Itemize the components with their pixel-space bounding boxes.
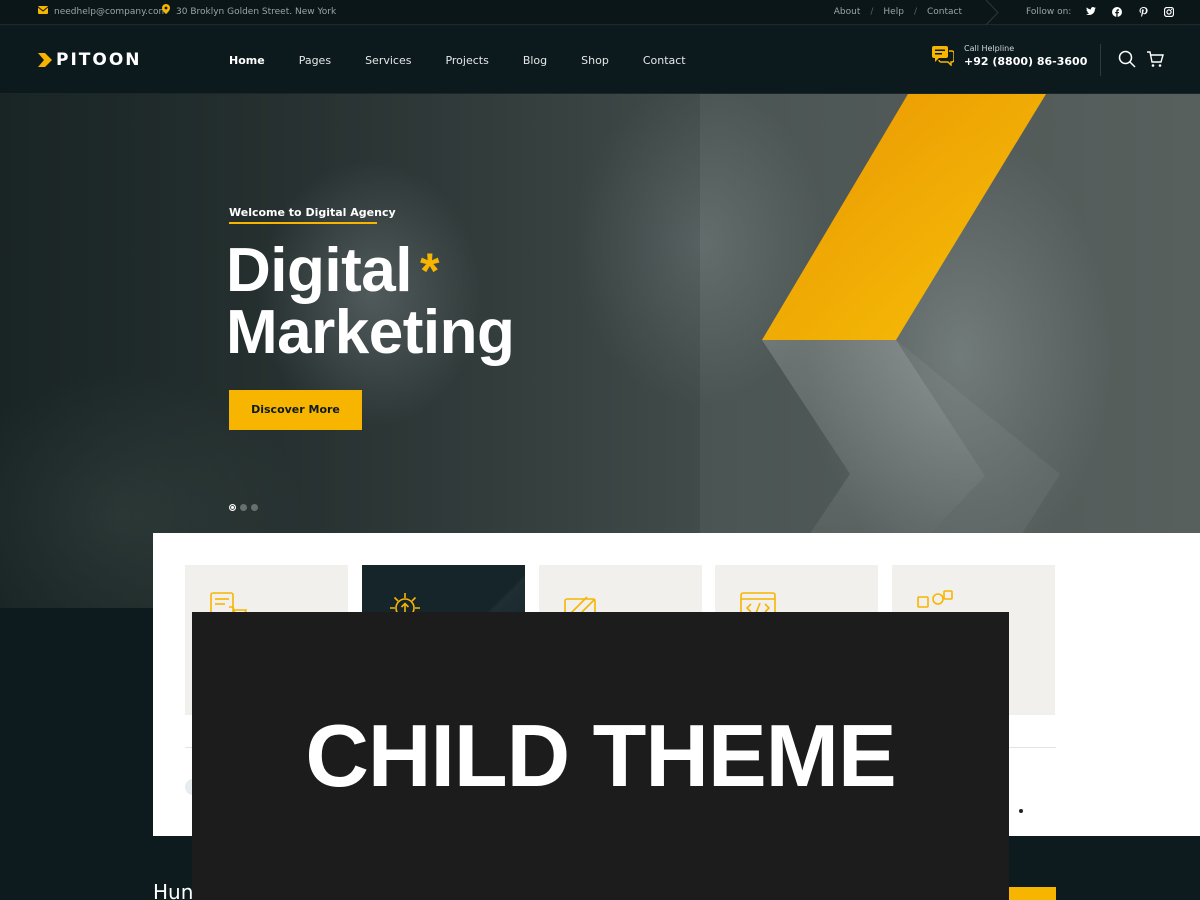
nav-services[interactable]: Services xyxy=(365,54,411,67)
top-link-help[interactable]: Help xyxy=(883,0,904,25)
section-button-partial[interactable] xyxy=(1006,887,1056,900)
main-header: PITOON Home Pages Services Projects Blog… xyxy=(0,26,1200,94)
map-pin-icon xyxy=(162,0,170,25)
eyebrow-underline xyxy=(229,222,377,224)
contact-address: 30 Broklyn Golden Street. New York xyxy=(162,0,336,25)
hero-eyebrow: Welcome to Digital Agency xyxy=(229,206,396,219)
slider-dot-3[interactable] xyxy=(251,504,258,511)
slider-dot-1[interactable] xyxy=(229,504,236,511)
facebook-icon[interactable] xyxy=(1111,6,1123,19)
instagram-icon[interactable] xyxy=(1163,6,1175,19)
site-logo[interactable]: PITOON xyxy=(38,50,142,70)
twitter-icon[interactable] xyxy=(1085,6,1097,19)
address-text: 30 Broklyn Golden Street. New York xyxy=(176,7,337,17)
follow-label: Follow on: xyxy=(1026,7,1072,17)
top-link-contact[interactable]: Contact xyxy=(927,0,962,25)
top-links: About / Help / Contact xyxy=(834,0,962,25)
discover-more-button[interactable]: Discover More xyxy=(229,390,362,430)
hero-accent-shape xyxy=(760,94,1060,608)
envelope-icon xyxy=(37,0,49,25)
child-theme-overlay: CHILD THEME xyxy=(192,612,1009,900)
call-helpline[interactable]: Call Helpline +92 (8800) 86-3600 xyxy=(932,44,1087,68)
contact-email[interactable]: needhelp@company.com xyxy=(37,0,168,25)
decorative-dot xyxy=(1019,809,1023,813)
follow-on: Follow on: xyxy=(1026,0,1175,25)
search-icon[interactable] xyxy=(1118,50,1136,68)
separator: / xyxy=(913,7,917,17)
email-text: needhelp@company.com xyxy=(54,7,168,17)
nav-projects[interactable]: Projects xyxy=(445,54,488,67)
chat-bubble-icon xyxy=(932,46,954,66)
hero-title: Digital * Marketing xyxy=(226,240,515,367)
helpline-label: Call Helpline xyxy=(964,44,1015,53)
slider-dots xyxy=(229,504,258,511)
main-nav: Home Pages Services Projects Blog Shop C… xyxy=(229,26,686,94)
nav-pages[interactable]: Pages xyxy=(299,54,331,67)
logo-mark-icon xyxy=(38,53,52,67)
child-theme-label: CHILD THEME xyxy=(305,706,896,805)
hero-title-line1: Digital xyxy=(226,236,412,305)
nav-contact[interactable]: Contact xyxy=(643,54,686,67)
slider-dot-2[interactable] xyxy=(240,504,247,511)
asterisk-icon: * xyxy=(419,243,439,299)
helpline-number: +92 (8800) 86-3600 xyxy=(964,55,1088,68)
top-bar: needhelp@company.com 30 Broklyn Golden S… xyxy=(0,0,1200,25)
hero-banner: Welcome to Digital Agency Digital * Marke… xyxy=(0,94,1200,608)
hero-title-line2: Marketing xyxy=(226,298,515,367)
pinterest-icon[interactable] xyxy=(1137,6,1149,19)
header-divider xyxy=(1100,44,1101,76)
section-heading: Hun xyxy=(153,880,194,900)
nav-shop[interactable]: Shop xyxy=(581,54,609,67)
chevron-divider-icon xyxy=(985,0,999,25)
separator: / xyxy=(870,7,874,17)
logo-text: PITOON xyxy=(56,50,142,70)
nav-home[interactable]: Home xyxy=(229,54,265,67)
top-link-about[interactable]: About xyxy=(834,0,861,25)
nav-blog[interactable]: Blog xyxy=(523,54,547,67)
cart-icon[interactable] xyxy=(1146,50,1164,68)
